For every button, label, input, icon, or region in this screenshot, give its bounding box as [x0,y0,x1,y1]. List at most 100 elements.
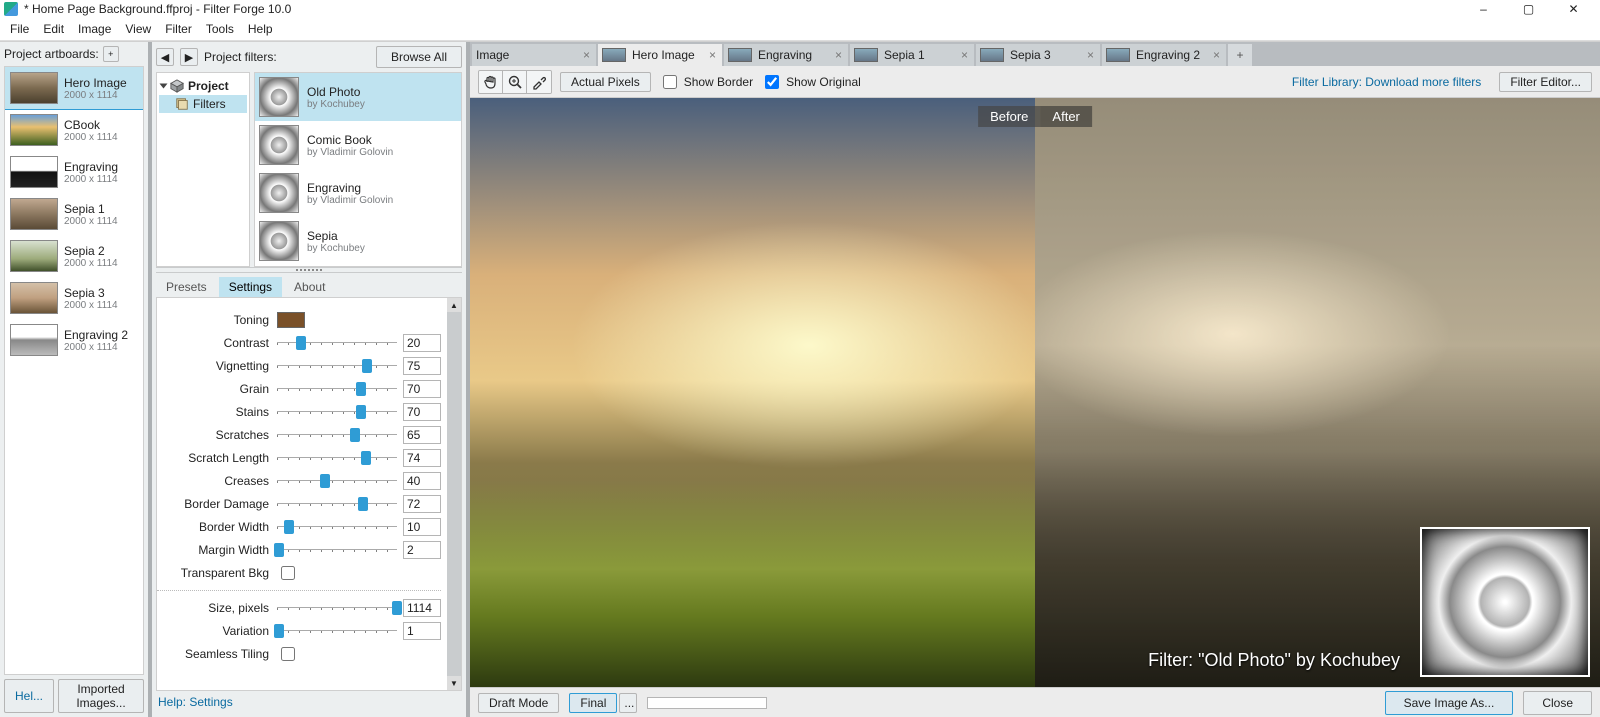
eyedropper-tool-icon[interactable] [527,71,551,93]
transparent-bkg-checkbox[interactable] [281,566,295,580]
filter-item[interactable]: Comic Book by Vladimir Golovin [255,121,461,169]
draft-mode-button[interactable]: Draft Mode [478,693,559,713]
filters-tree[interactable]: Project Filters [156,72,250,267]
slider-size-pixels[interactable]: Size, pixels [157,597,441,619]
slider-scratch-length[interactable]: Scratch Length [157,447,441,469]
slider-knob[interactable] [358,497,368,511]
slider-knob[interactable] [296,336,306,350]
hand-tool-icon[interactable] [479,71,503,93]
doc-tab-close-icon[interactable]: × [1085,48,1096,62]
slider-knob[interactable] [362,359,372,373]
menu-filter[interactable]: Filter [159,20,198,38]
actual-pixels-button[interactable]: Actual Pixels [560,72,651,92]
tab-presets[interactable]: Presets [156,277,217,297]
filter-item[interactable]: Old Photo by Kochubey [255,73,461,121]
slider-value[interactable] [403,541,441,559]
menu-file[interactable]: File [4,20,35,38]
slider-scratches[interactable]: Scratches [157,424,441,446]
slider-knob[interactable] [350,428,360,442]
slider-track[interactable] [277,335,397,351]
doc-tab[interactable]: Hero Image × [598,44,722,66]
slider-knob[interactable] [356,382,366,396]
slider-value[interactable] [403,334,441,352]
filters-back-button[interactable]: ◀ [156,48,174,66]
imported-images-button[interactable]: Imported Images... [58,679,144,713]
minimize-button[interactable]: – [1461,0,1506,18]
tree-project[interactable]: Project [159,77,247,95]
doc-tab-close-icon[interactable]: × [707,48,718,62]
filters-forward-button[interactable]: ▶ [180,48,198,66]
close-filter-button[interactable]: Close [1523,691,1592,715]
menu-edit[interactable]: Edit [37,20,70,38]
slider-value[interactable] [403,426,441,444]
artboard-item[interactable]: Engraving 2 2000 x 1114 [5,319,143,361]
slider-border-width[interactable]: Border Width [157,516,441,538]
browse-all-button[interactable]: Browse All [376,46,462,68]
artboard-item[interactable]: Sepia 1 2000 x 1114 [5,193,143,235]
final-button[interactable]: Final [569,693,617,713]
slider-knob[interactable] [356,405,366,419]
slider-track[interactable] [277,496,397,512]
slider-knob[interactable] [274,543,284,557]
doc-tab-close-icon[interactable]: × [1211,48,1222,62]
slider-track[interactable] [277,473,397,489]
filters-list[interactable]: Old Photo by Kochubey Comic Book by Vlad… [254,72,462,267]
show-border-checkbox[interactable]: Show Border [659,72,753,92]
seamless-tiling-checkbox[interactable] [281,647,295,661]
slider-creases[interactable]: Creases [157,470,441,492]
doc-tab[interactable]: Engraving × [724,44,848,66]
tree-filters[interactable]: Filters [159,95,247,113]
filter-editor-button[interactable]: Filter Editor... [1499,72,1592,92]
slider-value[interactable] [403,518,441,536]
slider-value[interactable] [403,403,441,421]
slider-stains[interactable]: Stains [157,401,441,423]
scroll-down-icon[interactable]: ▼ [447,676,461,690]
artboard-item[interactable]: Engraving 2000 x 1114 [5,151,143,193]
doc-tab[interactable]: Image × [472,44,596,66]
doc-tab-close-icon[interactable]: × [833,48,844,62]
menu-view[interactable]: View [119,20,157,38]
maximize-button[interactable]: ▢ [1506,0,1551,18]
slider-track[interactable] [277,600,397,616]
artboard-item[interactable]: Hero Image 2000 x 1114 [5,67,143,109]
slider-margin-width[interactable]: Margin Width [157,539,441,561]
slider-track[interactable] [277,450,397,466]
add-artboard-button[interactable]: + [103,46,119,62]
artboards-list[interactable]: Hero Image 2000 x 1114 CBook 2000 x 1114… [4,66,144,675]
settings-scrollbar[interactable]: ▲ ▼ [447,298,461,690]
artboard-item[interactable]: CBook 2000 x 1114 [5,109,143,151]
slider-track[interactable] [277,358,397,374]
filter-item[interactable]: Engraving by Vladimir Golovin [255,169,461,217]
tab-settings[interactable]: Settings [219,277,282,297]
scroll-up-icon[interactable]: ▲ [447,298,461,312]
slider-value[interactable] [403,599,441,617]
menu-help[interactable]: Help [242,20,279,38]
slider-grain[interactable]: Grain [157,378,441,400]
doc-tab-close-icon[interactable]: × [959,48,970,62]
slider-border-damage[interactable]: Border Damage [157,493,441,515]
slider-value[interactable] [403,380,441,398]
slider-knob[interactable] [274,624,284,638]
slider-track[interactable] [277,427,397,443]
filter-library-link[interactable]: Filter Library: Download more filters [1292,75,1481,89]
show-original-checkbox[interactable]: Show Original [761,72,861,92]
preview-canvas[interactable]: Before After Filter: "Old Photo" by Koch… [470,98,1600,687]
slider-track[interactable] [277,381,397,397]
zoom-tool-icon[interactable] [503,71,527,93]
menu-image[interactable]: Image [72,20,117,38]
slider-knob[interactable] [284,520,294,534]
doc-tab[interactable]: Sepia 1 × [850,44,974,66]
doc-tab[interactable]: Sepia 3 × [976,44,1100,66]
slider-track[interactable] [277,519,397,535]
artboard-item[interactable]: Sepia 2 2000 x 1114 [5,235,143,277]
slider-contrast[interactable]: Contrast [157,332,441,354]
slider-variation[interactable]: Variation [157,620,441,642]
menu-tools[interactable]: Tools [200,20,240,38]
toning-swatch[interactable] [277,312,305,328]
slider-value[interactable] [403,495,441,513]
toning-row[interactable]: Toning [157,309,441,331]
slider-knob[interactable] [320,474,330,488]
slider-track[interactable] [277,542,397,558]
filter-item[interactable]: Sepia by Kochubey [255,217,461,265]
slider-value[interactable] [403,622,441,640]
